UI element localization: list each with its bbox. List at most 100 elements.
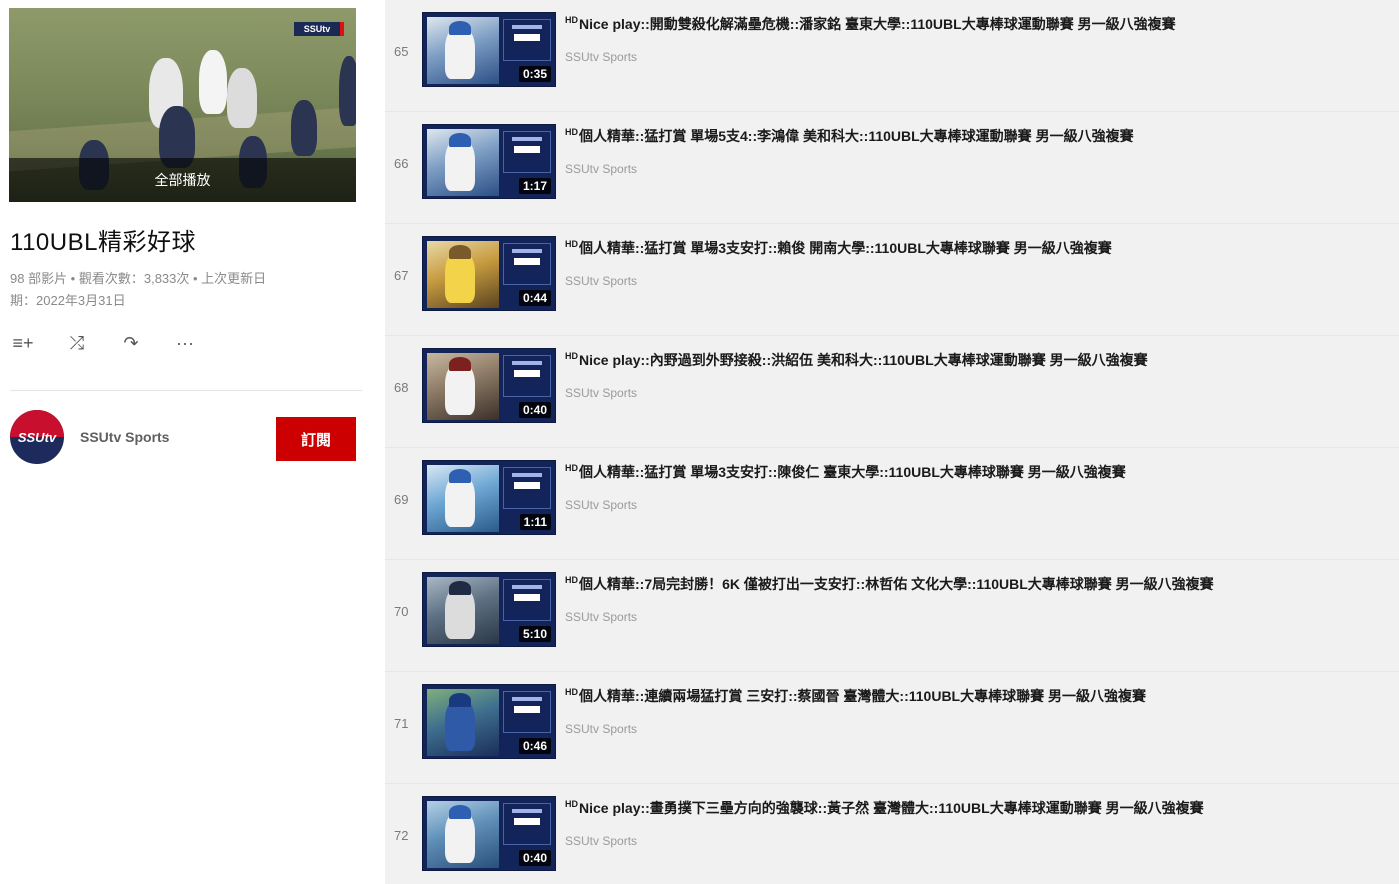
video-duration: 1:11 — [519, 514, 551, 530]
playlist-meta: 98 部影片 • 觀看次數：3,833次 • 上次更新日 期：2022年3月31… — [10, 268, 330, 312]
divider — [10, 390, 362, 391]
playlist-meta-line2: 期：2022年3月31日 — [10, 293, 126, 308]
video-title[interactable]: HD個人精華::猛打賞 單場3支安打::賴俊 開南大學::110UBL大專棒球聯… — [565, 238, 1395, 258]
list-item[interactable]: 71 0:46 HD個人精華::連續兩場猛打賞 三安打::蔡國晉 臺灣體大::1… — [385, 672, 1399, 784]
video-title[interactable]: HDNice play::畫勇撲下三壘方向的強襲球::黃子然 臺灣體大::110… — [565, 798, 1395, 818]
playlist-actions: ≡+ ⤮ ↷ ··· — [10, 330, 198, 356]
video-thumbnail[interactable]: 0:46 — [422, 684, 556, 759]
video-index: 70 — [394, 604, 409, 619]
video-index: 68 — [394, 380, 409, 395]
list-item[interactable]: 68 0:40 HDNice play::內野過到外野接殺::洪紹伍 美和科大:… — [385, 336, 1399, 448]
video-title-text: 個人精華::7局完封勝！6K 僅被打出一支安打::林哲佑 文化大學::110UB… — [579, 576, 1214, 592]
thumbnail-cap — [449, 581, 471, 595]
subscribe-button[interactable]: 訂閱 — [276, 417, 356, 461]
list-item[interactable]: 69 1:11 HD個人精華::猛打賞 單場3支安打::陳俊仁 臺東大學::11… — [385, 448, 1399, 560]
video-index: 72 — [394, 828, 409, 843]
video-duration: 0:40 — [518, 402, 551, 418]
hd-badge: HD — [565, 575, 578, 586]
add-to-queue-icon[interactable]: ≡+ — [10, 330, 36, 356]
video-title[interactable]: HDNice play::開動雙殺化解滿壘危機::潘家銘 臺東大學::110UB… — [565, 14, 1395, 34]
list-item[interactable]: 72 0:40 HDNice play::畫勇撲下三壘方向的強襲球::黃子然 臺… — [385, 784, 1399, 884]
hd-badge: HD — [565, 687, 578, 698]
video-duration: 0:40 — [518, 850, 551, 866]
video-index: 65 — [394, 44, 409, 59]
video-channel[interactable]: SSUtv Sports — [565, 386, 637, 400]
video-thumbnail[interactable]: 0:40 — [422, 796, 556, 871]
video-title-text: Nice play::開動雙殺化解滿壘危機::潘家銘 臺東大學::110UBL大… — [579, 16, 1176, 32]
list-item[interactable]: 70 5:10 HD個人精華::7局完封勝！6K 僅被打出一支安打::林哲佑 文… — [385, 560, 1399, 672]
video-thumbnail[interactable]: 1:17 — [422, 124, 556, 199]
video-title-text: Nice play::內野過到外野接殺::洪紹伍 美和科大::110UBL大專棒… — [579, 352, 1148, 368]
playlist-hero-thumbnail[interactable]: SSUtv 全部播放 — [9, 8, 356, 202]
video-title-text: Nice play::畫勇撲下三壘方向的強襲球::黃子然 臺灣體大::110UB… — [579, 800, 1204, 816]
hero-channel-logo: SSUtv — [294, 22, 344, 36]
player-figure — [227, 68, 257, 128]
video-index: 67 — [394, 268, 409, 283]
hd-badge: HD — [565, 15, 578, 26]
video-title-text: 個人精華::猛打賞 單場3支安打::賴俊 開南大學::110UBL大專棒球聯賽 … — [579, 240, 1112, 256]
thumbnail-panel — [503, 579, 551, 621]
video-thumbnail[interactable]: 0:35 — [422, 12, 556, 87]
video-channel[interactable]: SSUtv Sports — [565, 722, 637, 736]
thumbnail-panel — [503, 19, 551, 61]
hd-badge: HD — [565, 799, 578, 810]
thumbnail-cap — [449, 357, 471, 371]
thumbnail-cap — [449, 245, 471, 259]
video-title[interactable]: HDNice play::內野過到外野接殺::洪紹伍 美和科大::110UBL大… — [565, 350, 1395, 370]
thumbnail-panel — [503, 131, 551, 173]
video-title[interactable]: HD個人精華::猛打賞 單場5支4::李鴻偉 美和科大::110UBL大專棒球運… — [565, 126, 1395, 146]
thumbnail-panel — [503, 467, 551, 509]
video-channel[interactable]: SSUtv Sports — [565, 498, 637, 512]
video-thumbnail[interactable]: 5:10 — [422, 572, 556, 647]
thumbnail-panel — [503, 803, 551, 845]
list-item[interactable]: 66 1:17 HD個人精華::猛打賞 單場5支4::李鴻偉 美和科大::110… — [385, 112, 1399, 224]
video-title-text: 個人精華::猛打賞 單場5支4::李鴻偉 美和科大::110UBL大專棒球運動聯… — [579, 128, 1134, 144]
video-duration: 0:46 — [518, 738, 551, 754]
play-all-button[interactable]: 全部播放 — [9, 158, 356, 202]
thumbnail-panel — [503, 355, 551, 397]
video-channel[interactable]: SSUtv Sports — [565, 834, 637, 848]
video-title-text: 個人精華::連續兩場猛打賞 三安打::蔡國晉 臺灣體大::110UBL大專棒球聯… — [579, 688, 1146, 704]
thumbnail-panel — [503, 243, 551, 285]
more-icon[interactable]: ··· — [172, 330, 198, 356]
hd-badge: HD — [565, 351, 578, 362]
thumbnail-cap — [449, 805, 471, 819]
thumbnail-cap — [449, 21, 471, 35]
thumbnail-cap — [449, 693, 471, 707]
video-title-text: 個人精華::猛打賞 單場3支安打::陳俊仁 臺東大學::110UBL大專棒球聯賽… — [579, 464, 1126, 480]
list-item[interactable]: 67 0:44 HD個人精華::猛打賞 單場3支安打::賴俊 開南大學::110… — [385, 224, 1399, 336]
video-channel[interactable]: SSUtv Sports — [565, 162, 637, 176]
video-duration: 0:35 — [518, 66, 551, 82]
video-title[interactable]: HD個人精華::7局完封勝！6K 僅被打出一支安打::林哲佑 文化大學::110… — [565, 574, 1395, 594]
shuffle-icon[interactable]: ⤮ — [64, 330, 90, 356]
video-duration: 0:44 — [518, 290, 551, 306]
hd-badge: HD — [565, 463, 578, 474]
share-icon[interactable]: ↷ — [118, 330, 144, 356]
thumbnail-panel — [503, 691, 551, 733]
video-channel[interactable]: SSUtv Sports — [565, 610, 637, 624]
video-index: 71 — [394, 716, 409, 731]
player-figure — [291, 100, 317, 156]
video-thumbnail[interactable]: 0:40 — [422, 348, 556, 423]
avatar-text: SSUtv — [17, 429, 57, 445]
video-thumbnail[interactable]: 0:44 — [422, 236, 556, 311]
list-item[interactable]: 65 0:35 HDNice play::開動雙殺化解滿壘危機::潘家銘 臺東大… — [385, 0, 1399, 112]
playlist-sidebar: SSUtv 全部播放 110UBL精彩好球 98 部影片 • 觀看次數：3,83… — [0, 0, 385, 884]
video-thumbnail[interactable]: 1:11 — [422, 460, 556, 535]
playlist-video-list: 65 0:35 HDNice play::開動雙殺化解滿壘危機::潘家銘 臺東大… — [385, 0, 1399, 884]
hd-badge: HD — [565, 127, 578, 138]
video-channel[interactable]: SSUtv Sports — [565, 50, 637, 64]
video-title[interactable]: HD個人精華::連續兩場猛打賞 三安打::蔡國晉 臺灣體大::110UBL大專棒… — [565, 686, 1395, 706]
channel-name[interactable]: SSUtv Sports — [80, 429, 169, 445]
channel-avatar[interactable]: SSUtv — [10, 410, 64, 464]
thumbnail-cap — [449, 469, 471, 483]
video-title[interactable]: HD個人精華::猛打賞 單場3支安打::陳俊仁 臺東大學::110UBL大專棒球… — [565, 462, 1395, 482]
video-index: 66 — [394, 156, 409, 171]
playlist-meta-line1: 98 部影片 • 觀看次數：3,833次 • 上次更新日 — [10, 271, 267, 286]
hd-badge: HD — [565, 239, 578, 250]
video-channel[interactable]: SSUtv Sports — [565, 274, 637, 288]
thumbnail-cap — [449, 133, 471, 147]
playlist-owner[interactable]: SSUtv SSUtv Sports — [10, 410, 169, 464]
player-figure — [339, 56, 356, 126]
video-duration: 1:17 — [518, 178, 551, 194]
